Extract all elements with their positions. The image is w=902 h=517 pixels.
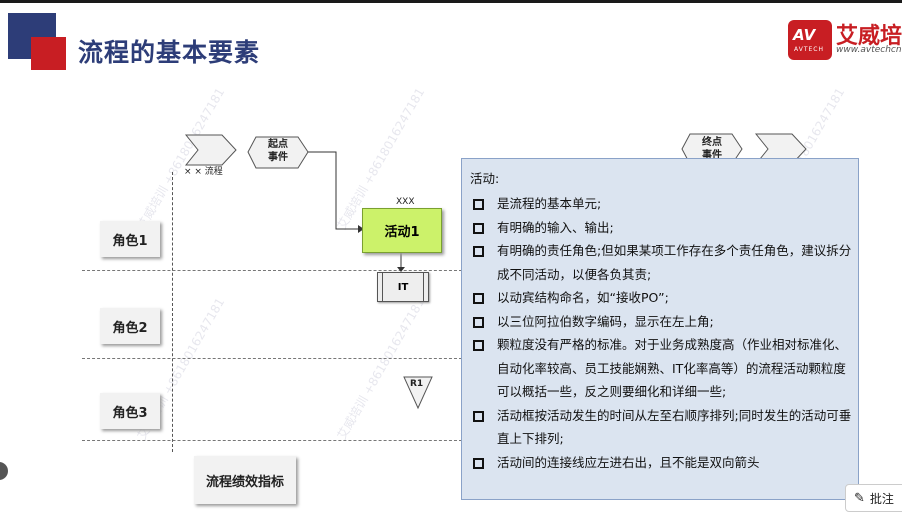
list-item: 有明确的责任角色;但如果某项工作存在多个责任角色，建议拆分成不同活动，以便各负其… [470,239,854,286]
list-item: 颗粒度没有严格的标准。对于业务成熟度高（作业相对标准化、自动化率较高、员工技能娴… [470,333,854,404]
list-item: 是流程的基本单元; [470,192,854,216]
role-box-3[interactable]: 角色3 [100,393,160,429]
list-item-text: 是流程的基本单元; [497,196,602,211]
process-label: × × 流程 [184,167,223,177]
popup-list: 是流程的基本单元; 有明确的输入、输出; 有明确的责任角色;但如果某项工作存在多… [470,192,854,474]
list-item-text: 以动宾结构命名，如“接收PO”; [497,290,669,305]
square-bullet-icon [473,199,484,210]
annotate-label: 批注 [869,491,894,506]
connector-line [308,151,358,230]
activity-box[interactable]: 活动1 [362,208,442,253]
kpi-box[interactable]: 流程绩效指标 [194,456,296,504]
list-item: 活动间的连接线应左进右出，且不能是双向箭头 [470,451,854,475]
square-bullet-icon [473,293,484,304]
square-bullet-icon [473,410,484,422]
start-event-label-line2: 事件 [268,152,288,163]
list-item-text: 活动框按活动发生的时间从左至右顺序排列;同时发生的活动可垂直上下排列; [497,407,852,447]
list-item-text: 有明确的输入、输出; [497,219,614,235]
list-item: 以三位阿拉伯数字编码，显示在左上角; [470,310,854,334]
list-item-text: 以三位阿拉伯数字编码，显示在左上角; [497,313,714,329]
start-event-label-line1: 起点 [268,139,288,150]
square-bullet-icon [473,457,484,469]
list-item-text: 活动间的连接线应左进右出，且不能是双向箭头 [497,454,760,470]
activity-info-popup: 活动: 是流程的基本单元; 有明确的输入、输出; 有明确的责任角色;但如果某项工… [461,158,859,500]
square-bullet-icon [473,316,484,328]
square-bullet-icon [473,340,484,351]
list-item: 活动框按活动发生的时间从左至右顺序排列;同时发生的活动可垂直上下排列; [470,404,854,451]
it-system-box[interactable]: IT [377,272,429,302]
square-bullet-icon [473,246,484,257]
risk-label: R1 [410,379,424,389]
square-bullet-icon [473,222,484,234]
annotate-button[interactable]: ✎ 批注 [845,484,902,512]
list-item: 有明确的输入、输出; [470,216,854,240]
list-item: 以动宾结构命名，如“接收PO”; [470,286,854,310]
role-box-2[interactable]: 角色2 [100,308,160,344]
popup-title: 活动: [470,171,500,186]
role-box-1[interactable]: 角色1 [100,221,160,257]
list-item-text: 有明确的责任角色;但如果某项工作存在多个责任角色，建议拆分成不同活动，以便各负其… [497,243,852,282]
process-chevron-shape [184,134,237,166]
end-event-label-line1: 终点 [702,137,722,148]
list-item-text: 颗粒度没有严格的标准。对于业务成熟度高（作业相对标准化、自动化率较高、员工技能娴… [497,337,848,399]
pen-icon: ✎ [854,490,865,506]
